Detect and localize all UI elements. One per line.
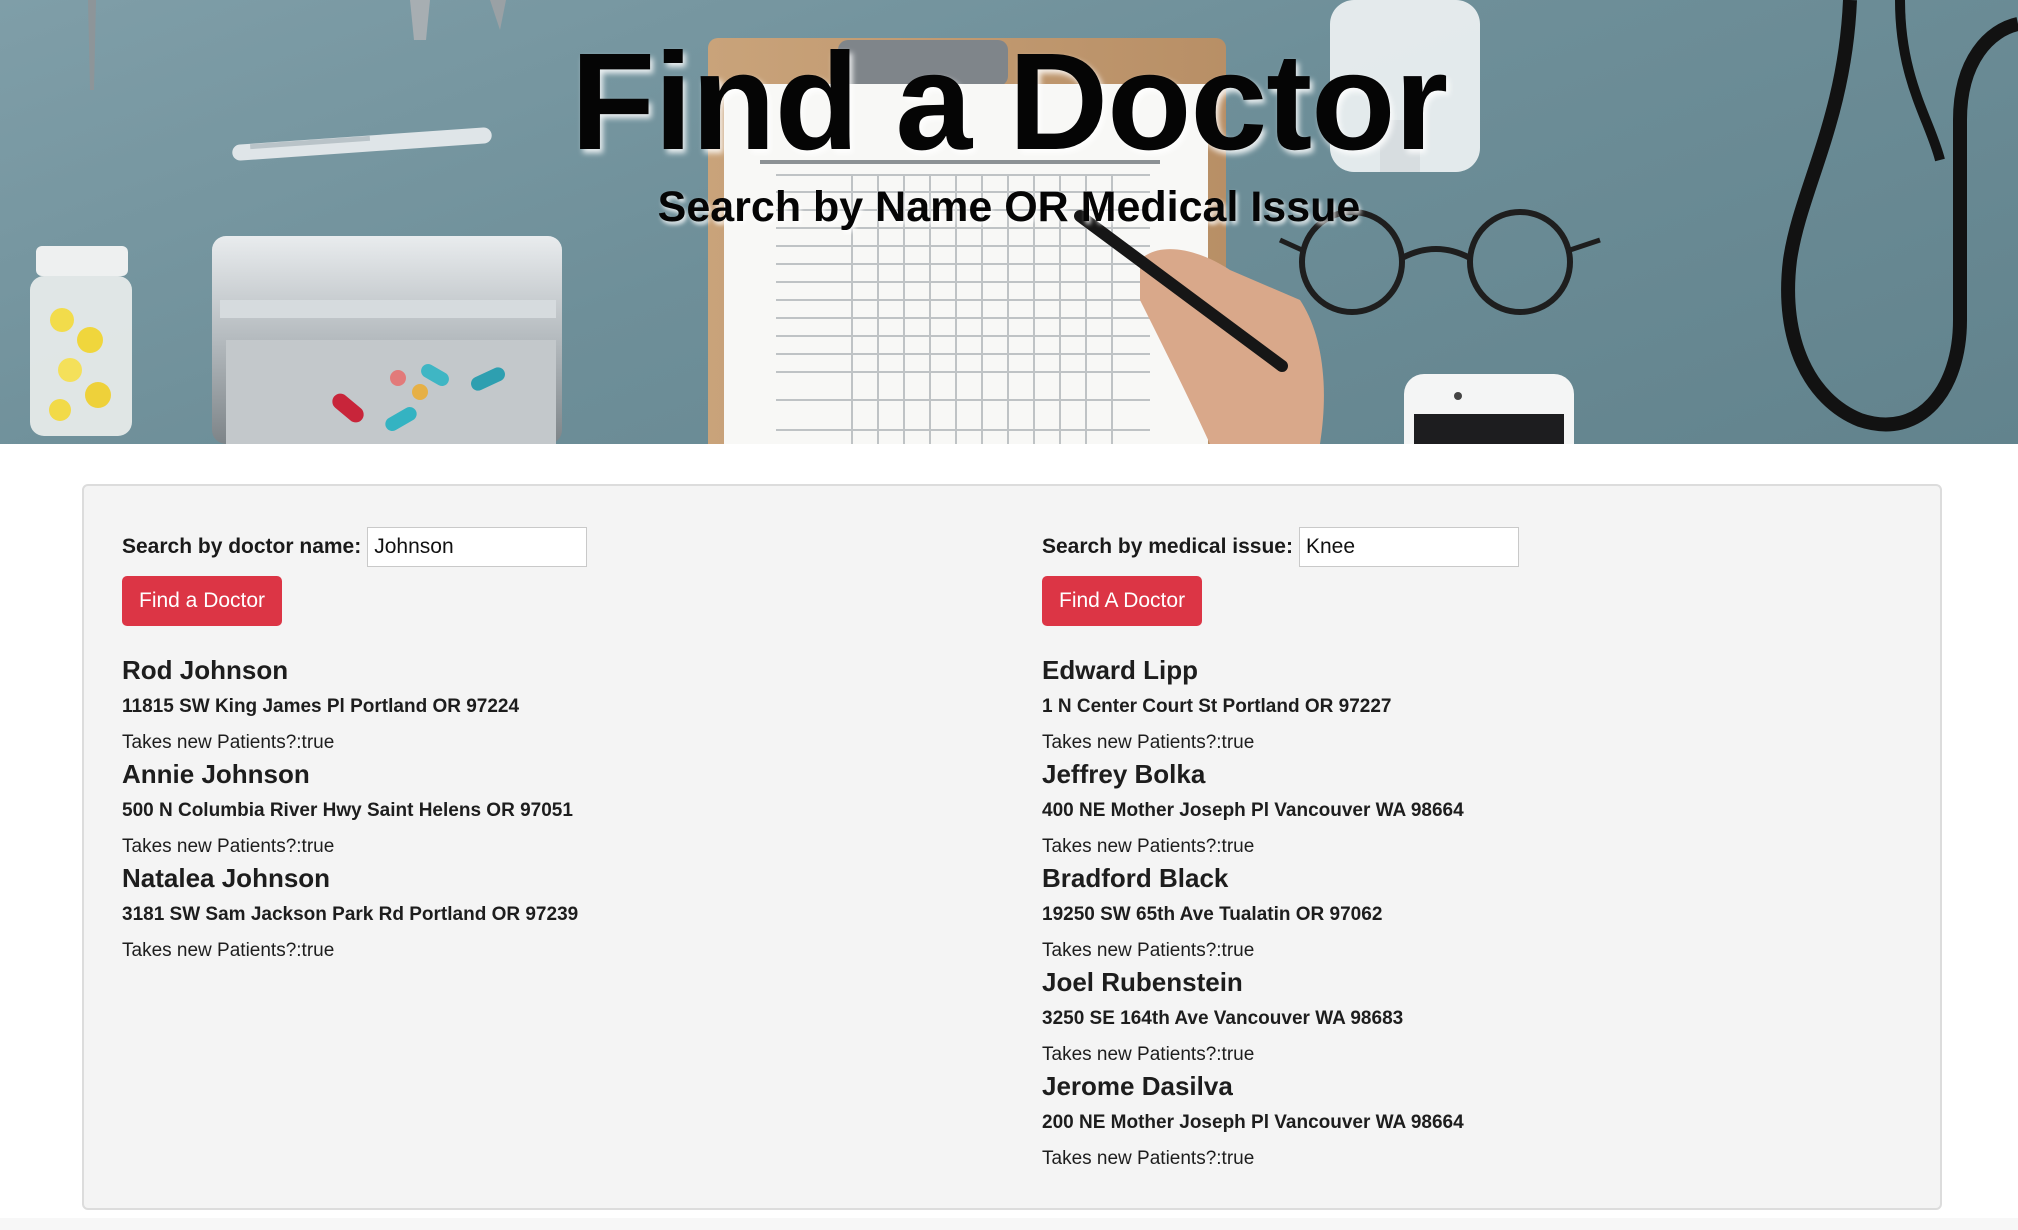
issue-search-row: Search by medical issue: (1042, 526, 1922, 568)
page-subtitle: Search by Name OR Medical Issue (657, 183, 1361, 231)
doctor-result: Natalea Johnson 3181 SW Sam Jackson Park… (122, 862, 1002, 966)
new-patients-status: Takes new Patients?:true (122, 836, 335, 857)
doctor-address: 3250 SE 164th Ave Vancouver WA 98683 (1042, 1008, 1404, 1029)
doctor-result: Joel Rubenstein 3250 SE 164th Ave Vancou… (1042, 966, 1922, 1070)
page-footer-strip (0, 1218, 2018, 1230)
doctor-name: Rod Johnson (122, 655, 289, 685)
issue-search-label: Search by medical issue: (1042, 535, 1293, 558)
doctor-name: Edward Lipp (1042, 655, 1198, 685)
doctor-result: Jeffrey Bolka 400 NE Mother Joseph Pl Va… (1042, 758, 1922, 862)
doctor-name-input[interactable] (367, 527, 588, 567)
search-panel: Search by doctor name: Find a Doctor Rod… (82, 484, 1942, 1210)
new-patients-status: Takes new Patients?:true (122, 940, 335, 961)
new-patients-status: Takes new Patients?:true (1042, 836, 1255, 857)
doctor-address: 500 N Columbia River Hwy Saint Helens OR… (122, 800, 573, 821)
issue-search-section: Search by medical issue: Find A Doctor E… (1042, 526, 1922, 1174)
new-patients-status: Takes new Patients?:true (1042, 1148, 1255, 1169)
new-patients-status: Takes new Patients?:true (1042, 732, 1255, 753)
page-title: Find a Doctor (570, 25, 1448, 179)
doctor-address: 3181 SW Sam Jackson Park Rd Portland OR … (122, 904, 579, 925)
doctor-name: Natalea Johnson (122, 863, 331, 893)
new-patients-status: Takes new Patients?:true (1042, 1044, 1255, 1065)
doctor-result: Bradford Black 19250 SW 65th Ave Tualati… (1042, 862, 1922, 966)
doctor-result: Jerome Dasilva 200 NE Mother Joseph Pl V… (1042, 1070, 1922, 1174)
doctor-name: Bradford Black (1042, 863, 1229, 893)
issue-results-list: Edward Lipp 1 N Center Court St Portland… (1042, 654, 1922, 1174)
doctor-name: Joel Rubenstein (1042, 967, 1243, 997)
name-search-row: Search by doctor name: (122, 526, 1002, 568)
doctor-name: Annie Johnson (122, 759, 310, 789)
doctor-name: Jerome Dasilva (1042, 1071, 1233, 1101)
name-search-label: Search by doctor name: (122, 535, 362, 558)
doctor-address: 400 NE Mother Joseph Pl Vancouver WA 986… (1042, 800, 1464, 821)
doctor-address: 200 NE Mother Joseph Pl Vancouver WA 986… (1042, 1112, 1464, 1133)
hero-banner: Find a Doctor Search by Name OR Medical … (0, 0, 2018, 444)
doctor-name: Jeffrey Bolka (1042, 759, 1206, 789)
find-doctor-by-name-button[interactable]: Find a Doctor (122, 576, 283, 626)
doctor-address: 1 N Center Court St Portland OR 97227 (1042, 696, 1392, 717)
doctor-result: Edward Lipp 1 N Center Court St Portland… (1042, 654, 1922, 758)
doctor-address: 11815 SW King James Pl Portland OR 97224 (122, 696, 520, 717)
medical-issue-input[interactable] (1298, 527, 1519, 567)
find-doctor-by-issue-button[interactable]: Find A Doctor (1042, 576, 1203, 626)
doctor-result: Rod Johnson 11815 SW King James Pl Portl… (122, 654, 1002, 758)
name-results-list: Rod Johnson 11815 SW King James Pl Portl… (122, 654, 1002, 966)
doctor-result: Annie Johnson 500 N Columbia River Hwy S… (122, 758, 1002, 862)
name-search-section: Search by doctor name: Find a Doctor Rod… (122, 526, 1002, 966)
doctor-address: 19250 SW 65th Ave Tualatin OR 97062 (1042, 904, 1383, 925)
new-patients-status: Takes new Patients?:true (1042, 940, 1255, 961)
new-patients-status: Takes new Patients?:true (122, 732, 335, 753)
